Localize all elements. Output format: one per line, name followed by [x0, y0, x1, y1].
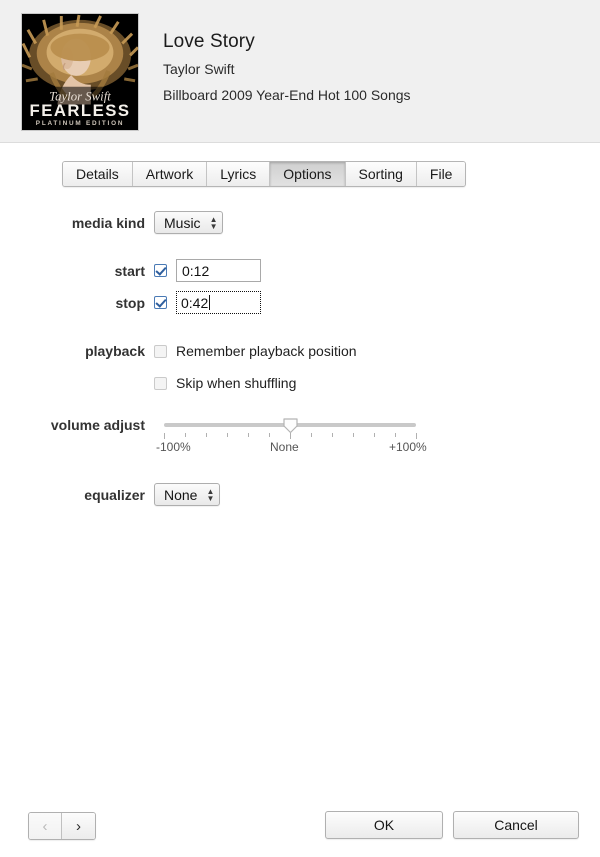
next-item-button[interactable]: ›: [62, 813, 95, 839]
stop-time-value: 0:42: [181, 294, 209, 311]
slider-mid-label: None: [270, 440, 299, 454]
slider-thumb[interactable]: [282, 417, 299, 434]
remember-playback-position-checkbox[interactable]: [154, 344, 167, 358]
start-row: start 0:12: [29, 259, 261, 282]
volume-adjust-slider[interactable]: [164, 417, 416, 434]
playback-row-2: Skip when shuffling: [29, 375, 296, 391]
slider-ticks: [164, 433, 417, 440]
song-title: Love Story: [163, 31, 255, 52]
volume-adjust-label: volume adjust: [50, 417, 145, 433]
cancel-button[interactable]: Cancel: [453, 811, 579, 839]
equalizer-select[interactable]: None ▲ ▼: [154, 483, 221, 506]
media-kind-select[interactable]: Music ▲ ▼: [154, 211, 224, 234]
stop-time-input[interactable]: 0:42: [176, 291, 261, 314]
equalizer-label: equalizer: [84, 486, 145, 503]
tab-artwork[interactable]: Artwork: [132, 162, 208, 186]
media-kind-value: Music: [164, 214, 201, 231]
dialog-header: Taylor Swift FEARLESS PLATINUM EDITION L…: [0, 0, 600, 143]
stop-checkbox[interactable]: [154, 296, 167, 309]
slider-min-label: -100%: [156, 440, 191, 454]
skip-when-shuffling-checkbox[interactable]: [154, 376, 167, 390]
stop-label: stop: [115, 294, 145, 311]
slider-tick: [395, 433, 396, 437]
svg-text:FEARLESS: FEARLESS: [30, 101, 131, 120]
skip-when-shuffling-label: Skip when shuffling: [176, 375, 297, 391]
slider-tick: [416, 433, 417, 439]
media-kind-label: media kind: [71, 214, 145, 231]
start-checkbox[interactable]: [154, 264, 167, 277]
album-artwork-image: Taylor Swift FEARLESS PLATINUM EDITION: [22, 14, 138, 130]
start-time-input[interactable]: 0:12: [176, 259, 261, 282]
slider-tick: [374, 433, 375, 437]
remember-playback-position-label: Remember playback position: [176, 343, 357, 359]
equalizer-value: None: [164, 486, 198, 503]
slider-tick: [269, 433, 270, 437]
previous-item-button[interactable]: ‹: [29, 813, 62, 839]
slider-tick: [332, 433, 333, 437]
tab-sorting[interactable]: Sorting: [345, 162, 417, 186]
album-artwork: Taylor Swift FEARLESS PLATINUM EDITION: [21, 13, 139, 131]
stop-row: stop 0:42: [29, 291, 261, 314]
header-text-block: Love Story Taylor Swift Billboard 2009 Y…: [163, 30, 583, 106]
slider-tick: [227, 433, 228, 437]
tab-details[interactable]: Details: [63, 162, 133, 186]
slider-thumb-icon: [283, 418, 298, 434]
media-kind-row: media kind Music ▲ ▼: [29, 211, 224, 234]
slider-tick: [311, 433, 312, 437]
slider-tick: [164, 433, 165, 439]
slider-tick: [248, 433, 249, 437]
slider-tick: [290, 433, 291, 439]
playback-label: playback: [85, 343, 145, 359]
chevron-updown-icon: ▲ ▼: [206, 486, 215, 503]
tab-options[interactable]: Options: [270, 162, 346, 186]
artist-name: Taylor Swift: [163, 61, 235, 77]
slider-tick: [185, 433, 186, 437]
chevron-updown-icon: ▲ ▼: [209, 214, 218, 231]
tab-bar[interactable]: Details Artwork Lyrics Options Sorting F…: [62, 161, 467, 187]
record-navigation-group[interactable]: ‹ ›: [28, 812, 96, 840]
svg-text:PLATINUM EDITION: PLATINUM EDITION: [36, 120, 124, 127]
start-time-value: 0:12: [182, 262, 210, 279]
slider-tick: [206, 433, 207, 437]
ok-button[interactable]: OK: [325, 811, 443, 839]
tab-lyrics[interactable]: Lyrics: [207, 162, 271, 186]
album-name: Billboard 2009 Year-End Hot 100 Songs: [163, 87, 411, 103]
slider-max-label: +100%: [389, 440, 427, 454]
text-caret: [209, 295, 211, 310]
start-label: start: [114, 262, 145, 279]
slider-tick: [353, 433, 354, 437]
volume-adjust-row: volume adjust: [29, 417, 154, 433]
equalizer-row: equalizer None ▲ ▼: [29, 483, 221, 506]
playback-row-1: playback Remember playback position: [29, 343, 357, 359]
tab-file[interactable]: File: [416, 162, 466, 186]
